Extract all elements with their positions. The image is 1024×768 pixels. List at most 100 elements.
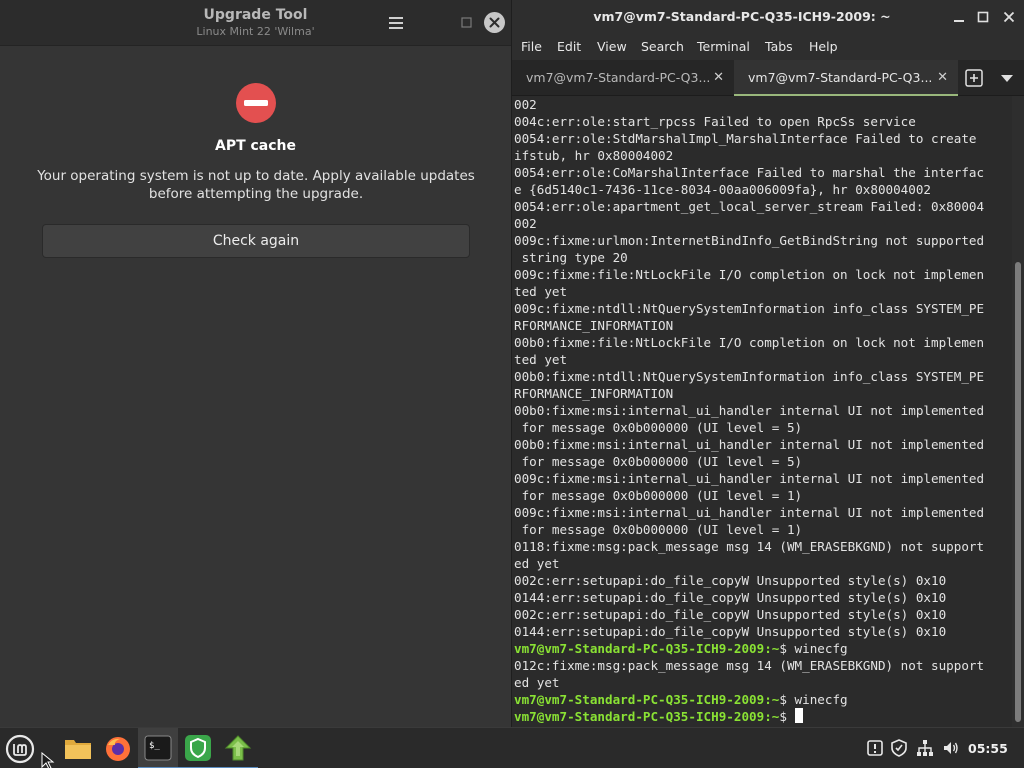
terminal-line: 009c:fixme:ntdll:NtQuerySystemInformatio…	[514, 301, 985, 316]
window-subtitle: Linux Mint 22 'Wilma'	[196, 25, 315, 38]
shell-prompt: vm7@vm7-Standard-PC-Q35-ICH9-2009:~	[514, 709, 780, 724]
shell-command: $	[779, 709, 795, 724]
terminal-line: RFORMANCE_INFORMATION	[514, 318, 674, 333]
volume-icon[interactable]	[942, 739, 960, 757]
menu-view[interactable]: View	[597, 39, 627, 54]
terminal-line: 002c:err:setupapi:do_file_copyW Unsuppor…	[514, 607, 947, 622]
shield-tray-icon[interactable]	[890, 739, 908, 757]
linux-mint-menu-icon	[5, 734, 35, 763]
menu-terminal[interactable]: Terminal	[697, 39, 750, 54]
terminal-line: 00b0:fixme:msi:internal_ui_handler inter…	[514, 437, 985, 452]
terminal-line: 002c:err:setupapi:do_file_copyW Unsuppor…	[514, 573, 947, 588]
terminal-prompt-line: vm7@vm7-Standard-PC-Q35-ICH9-2009:~$ win…	[514, 691, 1012, 708]
firefox-launcher[interactable]	[98, 728, 138, 768]
terminal-line: ed yet	[514, 675, 560, 690]
notification-icon[interactable]	[866, 739, 884, 757]
terminal-line: 009c:fixme:msi:internal_ui_handler inter…	[514, 471, 985, 486]
terminal-output[interactable]: 002 004c:err:ole:start_rpcss Failed to op…	[512, 96, 1012, 727]
tab-terminal-1[interactable]: vm7@vm7-Standard-PC-Q3... ✕	[512, 60, 734, 96]
shell-prompt: vm7@vm7-Standard-PC-Q35-ICH9-2009:~	[514, 641, 780, 656]
terminal-task[interactable]: $_	[138, 728, 178, 768]
terminal-line: e {6d5140c1-7436-11ce-8034-00aa006009fa}…	[514, 182, 932, 197]
taskbar: $_ 05:55	[0, 727, 1024, 768]
mint-menu-button[interactable]	[0, 728, 40, 768]
tab-terminal-2[interactable]: vm7@vm7-Standard-PC-Q3... ✕	[734, 60, 958, 96]
chevron-down-icon[interactable]	[998, 69, 1016, 87]
terminal-menubar: File Edit View Search Terminal Tabs Help	[512, 34, 1024, 60]
terminal-line: ed yet	[514, 556, 560, 571]
upgrade-tool-task[interactable]	[218, 728, 258, 768]
terminal-line: 0118:fixme:msg:pack_message msg 14 (WM_E…	[514, 539, 985, 554]
terminal-line: ted yet	[514, 284, 568, 299]
menu-help[interactable]: Help	[809, 39, 838, 54]
scrollbar[interactable]	[1015, 262, 1021, 722]
mouse-cursor-icon	[41, 752, 55, 768]
text-cursor	[794, 708, 803, 723]
files-launcher[interactable]	[58, 728, 98, 768]
terminal-line: 00b0:fixme:ntdll:NtQuerySystemInformatio…	[514, 369, 985, 384]
terminal-line: 004c:err:ole:start_rpcss Failed to open …	[514, 114, 916, 129]
terminal-line: 0144:err:setupapi:do_file_copyW Unsuppor…	[514, 590, 947, 605]
upgrade-arrow-icon	[224, 734, 252, 760]
terminal-line: 009c:fixme:urlmon:InternetBindInfo_GetBi…	[514, 233, 985, 248]
terminal-line: 00b0:fixme:msi:internal_ui_handler inter…	[514, 403, 985, 418]
terminal-titlebar[interactable]: vm7@vm7-Standard-PC-Q35-ICH9-2009: ~	[512, 0, 1024, 34]
svg-text:$_: $_	[149, 741, 160, 751]
terminal-prompt-line: vm7@vm7-Standard-PC-Q35-ICH9-2009:~$ win…	[514, 640, 1012, 657]
hamburger-menu-icon[interactable]	[386, 13, 406, 33]
clock[interactable]: 05:55	[968, 741, 1008, 756]
close-icon[interactable]	[1000, 8, 1018, 26]
maximize-icon[interactable]	[974, 8, 992, 26]
firefox-icon	[106, 736, 130, 761]
terminal-line: 009c:fixme:msi:internal_ui_handler inter…	[514, 505, 985, 520]
terminal-line: for message 0x0b000000 (UI level = 5)	[514, 454, 803, 469]
new-tab-icon[interactable]	[964, 68, 984, 88]
terminal-line: string type 20	[514, 250, 628, 265]
terminal-line: 002	[514, 216, 537, 231]
shell-command: $ winecfg	[779, 692, 848, 707]
terminal-line: 00b0:fixme:file:NtLockFile I/O completio…	[514, 335, 985, 350]
upgrade-tool-window: Upgrade Tool Linux Mint 22 'Wilma' APT c…	[0, 0, 511, 727]
tab-close-icon[interactable]: ✕	[937, 70, 948, 85]
terminal-prompt-line: vm7@vm7-Standard-PC-Q35-ICH9-2009:~$	[514, 708, 1012, 725]
terminal-line: for message 0x0b000000 (UI level = 5)	[514, 420, 803, 435]
window-title: vm7@vm7-Standard-PC-Q35-ICH9-2009: ~	[593, 9, 891, 24]
terminal-line: 002	[514, 97, 537, 112]
minimize-icon[interactable]	[950, 8, 968, 26]
status-message: Your operating system is not up to date.…	[37, 168, 475, 202]
upgrade-tool-titlebar[interactable]: Upgrade Tool Linux Mint 22 'Wilma'	[0, 0, 511, 46]
shield-icon	[185, 734, 211, 761]
menu-tabs[interactable]: Tabs	[765, 39, 793, 54]
terminal-line: ifstub, hr 0x80004002	[514, 148, 674, 163]
close-icon[interactable]	[484, 12, 505, 33]
update-manager-task[interactable]	[178, 728, 218, 768]
terminal-line: 0054:err:ole:apartment_get_local_server_…	[514, 199, 985, 214]
shell-prompt: vm7@vm7-Standard-PC-Q35-ICH9-2009:~	[514, 692, 780, 707]
terminal-window: vm7@vm7-Standard-PC-Q35-ICH9-2009: ~ Fil…	[511, 0, 1024, 727]
network-icon[interactable]	[916, 739, 934, 757]
terminal-line: for message 0x0b000000 (UI level = 1)	[514, 488, 803, 503]
shell-command: $ winecfg	[779, 641, 848, 656]
terminal-line: for message 0x0b000000 (UI level = 1)	[514, 522, 803, 537]
terminal-line: 012c:fixme:msg:pack_message msg 14 (WM_E…	[514, 658, 985, 673]
tab-label: vm7@vm7-Standard-PC-Q3...	[526, 70, 711, 85]
terminal-line: RFORMANCE_INFORMATION	[514, 386, 674, 401]
terminal-tabbar: vm7@vm7-Standard-PC-Q3... ✕ vm7@vm7-Stan…	[512, 60, 1024, 96]
check-again-button[interactable]: Check again	[42, 224, 470, 258]
folder-icon	[65, 739, 91, 759]
menu-file[interactable]: File	[521, 39, 542, 54]
maximize-icon[interactable]	[460, 16, 473, 29]
window-title: Upgrade Tool	[203, 7, 308, 23]
terminal-line: 009c:fixme:file:NtLockFile I/O completio…	[514, 267, 985, 282]
terminal-text: 002 004c:err:ole:start_rpcss Failed to op…	[514, 96, 1012, 725]
terminal-line: 0054:err:ole:CoMarshalInterface Failed t…	[514, 165, 985, 180]
terminal-line: 0144:err:setupapi:do_file_copyW Unsuppor…	[514, 624, 947, 639]
tab-label: vm7@vm7-Standard-PC-Q3...	[748, 70, 933, 85]
menu-edit[interactable]: Edit	[557, 39, 581, 54]
terminal-icon: $_	[144, 735, 172, 760]
menu-search[interactable]: Search	[641, 39, 684, 54]
tab-close-icon[interactable]: ✕	[713, 70, 724, 85]
terminal-line: 0054:err:ole:StdMarshalImpl_MarshalInter…	[514, 131, 977, 146]
page-title: APT cache	[214, 138, 297, 154]
error-icon	[236, 83, 276, 123]
